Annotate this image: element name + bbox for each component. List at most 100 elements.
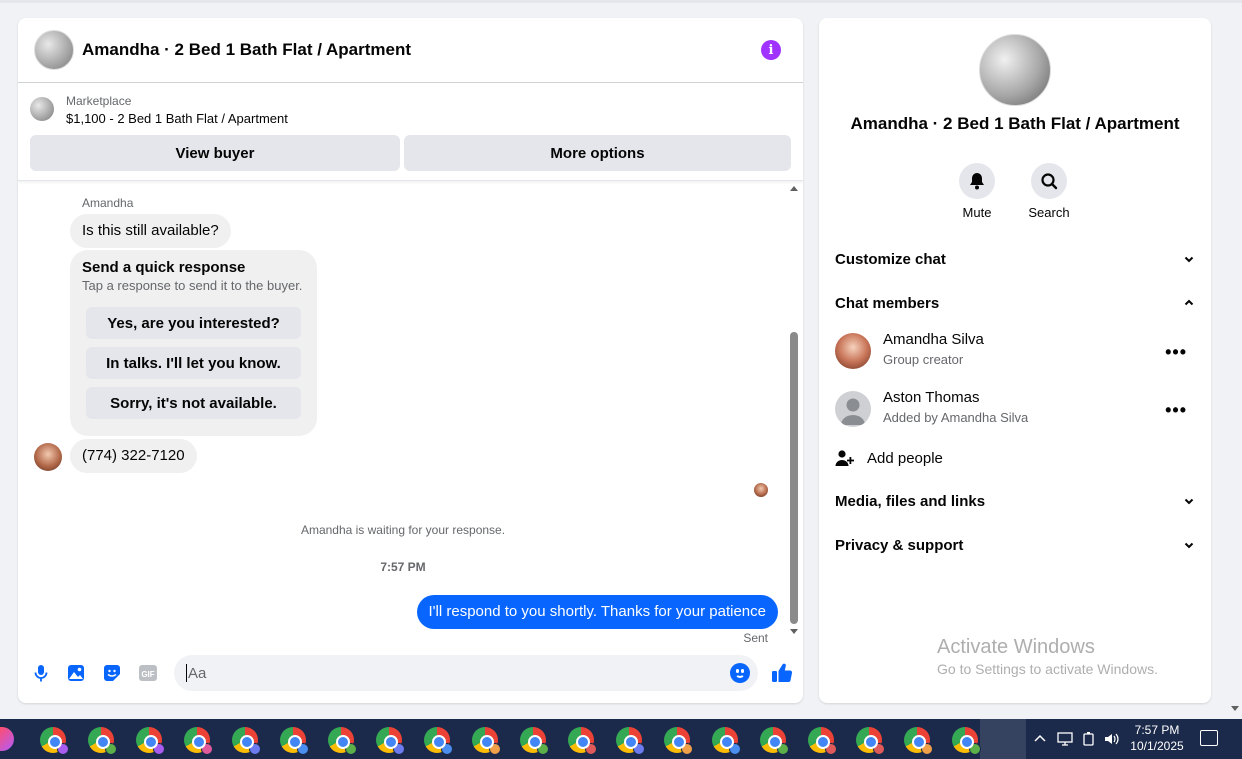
profile-badge-icon: [729, 743, 741, 755]
message-scrollbar[interactable]: [788, 186, 800, 636]
add-person-icon: [835, 450, 854, 466]
profile-badge-icon: [345, 743, 357, 755]
more-options-button[interactable]: More options: [404, 135, 791, 171]
chrome-icon[interactable]: [88, 727, 117, 755]
more-options-icon[interactable]: •••: [1165, 400, 1187, 421]
chrome-icon[interactable]: [712, 727, 741, 755]
watermark-title: Activate Windows: [937, 636, 1095, 658]
taskbar: 7:57 PM 10/1/2025: [0, 719, 1242, 759]
svg-text:GIF: GIF: [141, 670, 154, 679]
chrome-icon[interactable]: [232, 727, 261, 755]
thumbs-up-icon[interactable]: [770, 661, 794, 685]
chrome-icon[interactable]: [328, 727, 357, 755]
pinned-app-icon[interactable]: [0, 727, 14, 751]
profile-badge-icon: [873, 743, 885, 755]
chevron-up-icon: [1184, 299, 1194, 306]
quick-response-button[interactable]: In talks. I'll let you know.: [86, 347, 301, 379]
chrome-icon[interactable]: [136, 727, 165, 755]
marketplace-banner: Marketplace $1,100 - 2 Bed 1 Bath Flat /…: [18, 83, 803, 181]
activation-watermark: Activate Windows Go to Settings to activ…: [937, 636, 1158, 677]
profile-badge-icon: [441, 743, 453, 755]
scroll-thumb[interactable]: [790, 332, 798, 624]
volume-icon[interactable]: [1103, 731, 1121, 747]
chrome-icon[interactable]: [376, 727, 405, 755]
battery-icon[interactable]: [1081, 731, 1097, 747]
listing-photo[interactable]: [979, 34, 1051, 106]
chrome-icon[interactable]: [568, 727, 597, 755]
message-input-placeholder: Aa: [188, 664, 207, 682]
privacy-support-section[interactable]: Privacy & support: [835, 525, 1195, 565]
chrome-icon[interactable]: [280, 727, 309, 755]
page-scroll-down-arrow[interactable]: [1231, 706, 1239, 711]
mute-label: Mute: [962, 205, 992, 220]
sticker-icon[interactable]: [102, 663, 122, 683]
network-icon[interactable]: [1056, 731, 1074, 747]
profile-badge-icon: [393, 743, 405, 755]
add-people-button[interactable]: Add people: [835, 446, 943, 470]
taskbar-clock[interactable]: 7:57 PM 10/1/2025: [1124, 722, 1190, 754]
quick-response-button[interactable]: Sorry, it's not available.: [86, 387, 301, 419]
scroll-down-arrow[interactable]: [790, 629, 798, 634]
scroll-up-arrow[interactable]: [790, 186, 798, 191]
listing-thumbnail[interactable]: [34, 30, 74, 70]
emoji-icon[interactable]: [730, 663, 750, 683]
media-files-section[interactable]: Media, files and links: [835, 481, 1195, 521]
chat-members-section[interactable]: Chat members: [835, 283, 1195, 323]
sent-status: Sent: [743, 631, 768, 645]
profile-badge-icon: [777, 743, 789, 755]
view-buyer-button[interactable]: View buyer: [30, 135, 400, 171]
member-role: Added by Amandha Silva: [883, 410, 1029, 425]
customize-chat-section[interactable]: Customize chat: [835, 239, 1195, 279]
chrome-icon[interactable]: [760, 727, 789, 755]
chevron-down-icon: [1184, 498, 1194, 505]
taskbar-date: 10/1/2025: [1130, 739, 1184, 753]
quick-response-title: Send a quick response: [82, 259, 246, 276]
chrome-icon[interactable]: [904, 727, 933, 755]
search-button[interactable]: Search: [1019, 163, 1079, 220]
chevron-down-icon: [1184, 542, 1194, 549]
profile-badge-icon: [633, 743, 645, 755]
profile-badge-icon: [249, 743, 261, 755]
more-options-icon[interactable]: •••: [1165, 342, 1187, 363]
active-app-highlight: [980, 719, 1026, 759]
taskbar-time: 7:57 PM: [1134, 723, 1180, 737]
chrome-icon[interactable]: [424, 727, 453, 755]
message-list: Amandha Is this still available? Send a …: [18, 181, 803, 645]
chrome-icon[interactable]: [616, 727, 645, 755]
listing-summary[interactable]: $1,100 - 2 Bed 1 Bath Flat / Apartment: [66, 109, 288, 129]
tray-chevron-up-icon[interactable]: [1033, 732, 1047, 746]
quick-response-button[interactable]: Yes, are you interested?: [86, 307, 301, 339]
member-name: Aston Thomas: [883, 389, 980, 406]
chrome-icon[interactable]: [472, 727, 501, 755]
chat-header: Amandha · 2 Bed 1 Bath Flat / Apartment …: [18, 18, 803, 83]
chrome-icon[interactable]: [184, 727, 213, 755]
chrome-icon[interactable]: [808, 727, 837, 755]
chat-title[interactable]: Amandha · 2 Bed 1 Bath Flat / Apartment: [82, 40, 411, 60]
chat-members-label: Chat members: [835, 294, 940, 312]
profile-badge-icon: [57, 743, 69, 755]
avatar[interactable]: [835, 333, 871, 369]
timestamp: 7:57 PM: [380, 560, 426, 574]
privacy-support-label: Privacy & support: [835, 536, 964, 554]
chrome-icon[interactable]: [520, 727, 549, 755]
message-input[interactable]: Aa: [174, 655, 758, 691]
chrome-icon[interactable]: [952, 727, 981, 755]
bell-icon: [970, 173, 984, 190]
chrome-icon[interactable]: [664, 727, 693, 755]
profile-badge-icon: [585, 743, 597, 755]
chrome-icon[interactable]: [856, 727, 885, 755]
avatar[interactable]: [835, 391, 871, 427]
search-label: Search: [1028, 205, 1070, 220]
incoming-message: (774) 322-7120: [70, 439, 197, 473]
member-row[interactable]: Aston Thomas Added by Amandha Silva •••: [835, 384, 1195, 436]
microphone-icon[interactable]: [31, 663, 51, 683]
mute-button[interactable]: Mute: [947, 163, 1007, 220]
image-icon[interactable]: [66, 663, 86, 683]
seen-indicator-avatar: [754, 483, 768, 497]
gif-icon[interactable]: GIF: [138, 663, 158, 683]
sender-avatar[interactable]: [34, 443, 62, 471]
member-row[interactable]: Amandha Silva Group creator •••: [835, 326, 1195, 378]
info-icon[interactable]: i: [761, 40, 781, 60]
notification-icon[interactable]: [1200, 730, 1218, 746]
chrome-icon[interactable]: [40, 727, 69, 755]
